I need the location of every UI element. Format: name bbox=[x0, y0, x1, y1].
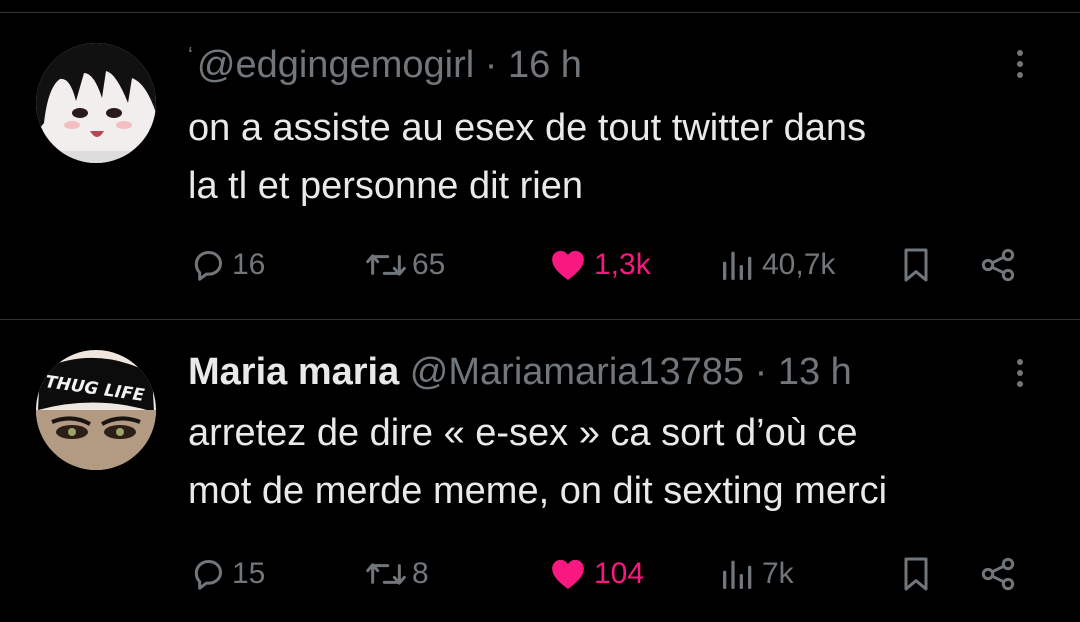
tweet-actions: 15 8 104 7k bbox=[188, 552, 1038, 596]
handle[interactable]: @Mariamaria13785 bbox=[410, 351, 744, 393]
bookmark-button[interactable] bbox=[896, 243, 936, 287]
retweet-count: 8 bbox=[412, 557, 429, 590]
timestamp[interactable]: · 13 h bbox=[755, 351, 852, 393]
like-count: 1,3k bbox=[594, 248, 651, 281]
tweet-actions: 16 65 1,3k 40,7k bbox=[188, 243, 1038, 287]
reply-icon bbox=[194, 251, 222, 281]
tweet-text-line: la tl et personne dit rien bbox=[188, 165, 584, 207]
views-count: 40,7k bbox=[762, 248, 836, 281]
share-icon bbox=[981, 557, 1015, 591]
more-icon[interactable] bbox=[1008, 45, 1032, 89]
share-icon bbox=[981, 248, 1015, 282]
tweet-text-line: mot de merde meme, on dit sexting merci bbox=[188, 470, 888, 512]
heart-icon bbox=[552, 559, 584, 589]
avatar[interactable]: THUG LIFE bbox=[36, 350, 156, 470]
more-icon[interactable] bbox=[1008, 354, 1032, 398]
retweet-icon bbox=[366, 563, 406, 585]
retweet-icon bbox=[366, 254, 406, 276]
tweet-1[interactable]: ʻ @edgingemogirl · 16 h on a assiste au e… bbox=[0, 13, 1080, 319]
tweet-2[interactable]: THUG LIFE Maria maria @Mariamaria13785 ·… bbox=[0, 320, 1080, 622]
views-count: 7k bbox=[762, 557, 794, 590]
bookmark-icon bbox=[904, 248, 928, 282]
like-button[interactable]: 104 bbox=[546, 552, 644, 596]
reply-button[interactable]: 15 bbox=[188, 552, 265, 596]
retweet-button[interactable]: 65 bbox=[364, 243, 445, 287]
tweet-header: ʻ @edgingemogirl · 16 h bbox=[188, 43, 582, 92]
like-button[interactable]: 1,3k bbox=[546, 243, 651, 287]
thug-life-avatar-image: THUG LIFE bbox=[36, 350, 156, 470]
views-button[interactable]: 7k bbox=[718, 552, 794, 596]
reply-count: 16 bbox=[232, 248, 266, 281]
tweet-header: Maria maria @Mariamaria13785 · 13 h bbox=[188, 350, 852, 394]
views-icon bbox=[723, 560, 752, 589]
reply-button[interactable]: 16 bbox=[188, 243, 265, 287]
verified-mark-icon: ʻ bbox=[188, 43, 193, 68]
avatar[interactable] bbox=[36, 43, 156, 163]
retweet-button[interactable]: 8 bbox=[364, 552, 429, 596]
tweet-text: arretez de dire « e-sex » ca sort d’où c… bbox=[188, 404, 1058, 520]
views-icon bbox=[723, 251, 752, 280]
tweet-text-line: on a assiste au esex de tout twitter dan… bbox=[188, 107, 867, 149]
display-name[interactable]: Maria maria bbox=[188, 351, 399, 393]
heart-icon bbox=[552, 250, 584, 280]
reply-count: 15 bbox=[232, 557, 266, 590]
tweet-text: on a assiste au esex de tout twitter dan… bbox=[188, 99, 1058, 215]
share-button[interactable] bbox=[978, 243, 1018, 287]
handle[interactable]: @edgingemogirl bbox=[197, 44, 474, 86]
tweet-text-line: arretez de dire « e-sex » ca sort d’où c… bbox=[188, 412, 858, 454]
share-button[interactable] bbox=[978, 552, 1018, 596]
like-count: 104 bbox=[594, 557, 645, 590]
views-button[interactable]: 40,7k bbox=[718, 243, 835, 287]
timestamp[interactable]: · 16 h bbox=[485, 44, 582, 86]
reply-icon bbox=[194, 560, 222, 590]
bookmark-button[interactable] bbox=[896, 552, 936, 596]
bookmark-icon bbox=[904, 557, 928, 591]
retweet-count: 65 bbox=[412, 248, 446, 281]
anime-avatar-image bbox=[36, 43, 156, 163]
